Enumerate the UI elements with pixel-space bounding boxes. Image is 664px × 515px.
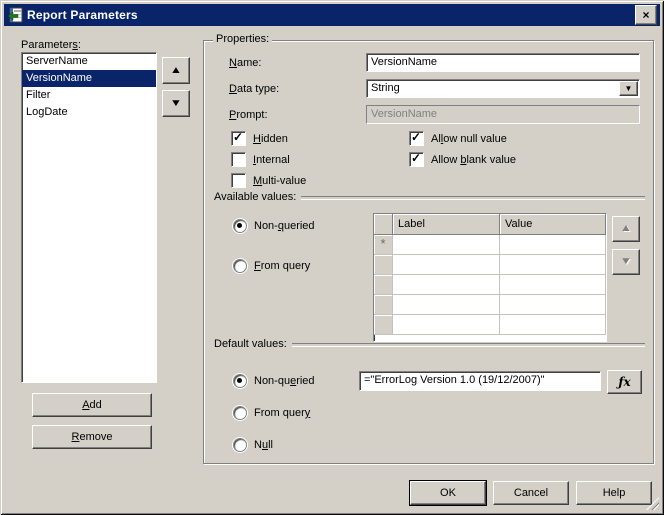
report-icon (7, 7, 23, 23)
add-button[interactable]: Add (32, 393, 152, 417)
expression-fx-button[interactable]: ƒx (607, 370, 642, 394)
grid-header-row: Label Value (374, 214, 606, 235)
move-parameter-down-button[interactable]: ▼ (162, 90, 190, 117)
dropdown-arrow-icon[interactable]: ▼ (619, 81, 638, 96)
grid-header-label: Label (393, 214, 500, 235)
available-non-queried-radio[interactable]: Non-queried (233, 219, 315, 233)
grid-header-value: Value (500, 214, 606, 235)
down-arrow-icon: ▼ (619, 256, 633, 267)
prompt-label: Prompt: (229, 109, 268, 121)
parameter-list[interactable]: ServerName VersionName Filter LogDate (21, 52, 157, 383)
grid-corner-cell (374, 214, 393, 235)
move-value-down-button[interactable]: ▼ (612, 249, 640, 275)
properties-group: Properties: Name: VersionName Data type:… (203, 33, 654, 464)
fx-icon: ƒx (618, 375, 631, 389)
cancel-button[interactable]: Cancel (493, 481, 569, 505)
new-row-marker-icon: * (374, 235, 393, 255)
parameter-list-item[interactable]: VersionName (22, 70, 156, 87)
available-values-label: Available values: (214, 191, 297, 203)
parameter-list-item[interactable]: Filter (22, 87, 156, 104)
parameter-list-item[interactable]: LogDate (22, 104, 156, 121)
hidden-checkbox[interactable]: Hidden (231, 130, 288, 146)
remove-button[interactable]: Remove (32, 425, 152, 449)
grid-empty-row[interactable] (374, 255, 606, 275)
close-icon[interactable]: × (635, 5, 657, 25)
available-values-section: Available values: (214, 191, 645, 203)
parameter-list-item[interactable]: ServerName (22, 53, 156, 70)
data-type-select[interactable]: String ▼ (366, 79, 640, 98)
default-value-input[interactable]: ="ErrorLog Version 1.0 (19/12/2007)" (359, 371, 601, 391)
available-from-query-radio[interactable]: From query (233, 259, 310, 273)
grid-empty-row[interactable] (374, 295, 606, 315)
grid-empty-row[interactable] (374, 275, 606, 295)
help-button[interactable]: Help (576, 481, 652, 505)
parameters-label: Parameters: (21, 39, 81, 51)
default-non-queried-radio[interactable]: Non-queried (233, 374, 315, 388)
titlebar: Report Parameters × (4, 4, 660, 26)
default-from-query-radio[interactable]: From query (233, 406, 310, 420)
window-title: Report Parameters (27, 8, 138, 22)
internal-checkbox[interactable]: Internal (231, 152, 290, 167)
move-parameter-up-button[interactable]: ▲ (162, 57, 190, 84)
multi-value-checkbox[interactable]: Multi-value (231, 173, 306, 188)
grid-new-row[interactable]: * (374, 235, 606, 255)
default-null-radio[interactable]: Null (233, 438, 273, 452)
ok-button[interactable]: OK (409, 480, 487, 506)
properties-group-label: Properties: (213, 33, 273, 45)
name-input[interactable]: VersionName (366, 53, 640, 72)
prompt-input: VersionName (366, 105, 640, 124)
name-label: Name: (229, 57, 262, 69)
move-value-up-button[interactable]: ▲ (612, 216, 640, 242)
allow-blank-value-checkbox[interactable]: Allow blank value (409, 151, 516, 167)
default-values-label: Default values: (214, 338, 287, 350)
allow-null-value-checkbox[interactable]: Allow null value (409, 130, 507, 146)
report-parameters-dialog: Report Parameters × Parameters: ServerNa… (0, 0, 664, 515)
default-values-section: Default values: (214, 338, 645, 350)
up-arrow-icon: ▲ (619, 223, 633, 234)
data-type-label: Data type: (229, 83, 280, 95)
down-arrow-icon: ▼ (169, 97, 183, 109)
available-values-grid[interactable]: Label Value * (373, 213, 607, 342)
grid-empty-row[interactable] (374, 315, 606, 335)
up-arrow-icon: ▲ (169, 64, 183, 76)
